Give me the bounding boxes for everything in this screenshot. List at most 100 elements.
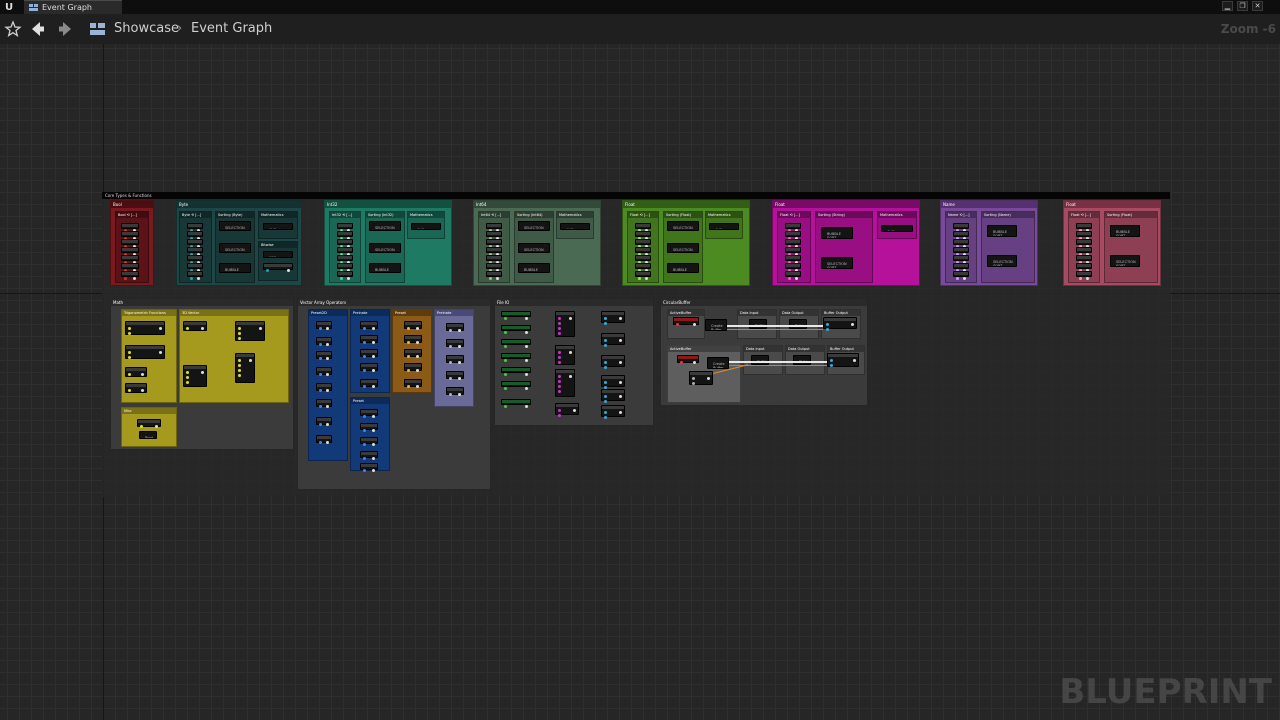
comment-group-circular[interactable]: CircularBuffer ActiveBuffer Create Buffer D…: [660, 298, 868, 406]
node-pin[interactable]: [458, 329, 461, 332]
graph-node[interactable]: [360, 379, 378, 388]
graph-node[interactable]: [121, 231, 139, 240]
node-pin[interactable]: [326, 343, 329, 346]
graph-node[interactable]: [953, 247, 969, 256]
graph-node[interactable]: [187, 223, 203, 232]
graph-node[interactable]: [555, 403, 579, 417]
graph-node[interactable]: AVG: [709, 223, 739, 230]
maximize-button[interactable]: ❐: [1237, 1, 1248, 11]
graph-node[interactable]: [635, 271, 651, 280]
node-pin[interactable]: [830, 359, 833, 362]
node-pin[interactable]: [449, 393, 452, 396]
node-pin[interactable]: [201, 327, 204, 330]
node-pin[interactable]: [186, 376, 189, 379]
graph-node[interactable]: [446, 355, 464, 364]
node-pin[interactable]: [319, 441, 322, 444]
graph-node[interactable]: [446, 387, 464, 396]
graph-node[interactable]: [555, 311, 575, 337]
graph-node[interactable]: [501, 339, 531, 348]
node-pin[interactable]: [372, 415, 375, 418]
node-pin[interactable]: [159, 351, 162, 354]
node-pin[interactable]: [458, 361, 461, 364]
graph-node[interactable]: [601, 405, 625, 419]
graph-node[interactable]: AVG: [263, 223, 293, 230]
node-pin[interactable]: [319, 357, 322, 360]
node-pin[interactable]: [956, 277, 959, 280]
node-pin[interactable]: [363, 327, 366, 330]
node-pin[interactable]: [604, 395, 607, 398]
graph-node[interactable]: [316, 435, 332, 444]
graph-node[interactable]: [187, 263, 203, 272]
node-pin[interactable]: [319, 423, 322, 426]
graph-node[interactable]: [187, 247, 203, 256]
graph-node[interactable]: [337, 239, 353, 248]
comment-sub-group[interactable]: Sorting (Name): [981, 211, 1035, 283]
comment-group-fileio[interactable]: File IO: [494, 298, 654, 426]
graph-node[interactable]: SELECTION SORT: [518, 221, 550, 231]
node-pin[interactable]: [693, 323, 696, 326]
node-pin[interactable]: [604, 361, 607, 364]
graph-node[interactable]: [404, 379, 422, 388]
node-pin[interactable]: [525, 387, 528, 390]
node-pin[interactable]: [558, 380, 561, 383]
graph-node[interactable]: [360, 335, 378, 344]
node-pin[interactable]: [326, 389, 329, 392]
node-pin[interactable]: [259, 327, 262, 330]
node-pin[interactable]: [693, 361, 696, 364]
graph-node[interactable]: [823, 317, 857, 331]
graph-node[interactable]: [1076, 255, 1092, 264]
graph-node[interactable]: [337, 231, 353, 240]
graph-node[interactable]: [953, 263, 969, 272]
graph-node[interactable]: SELECTION SORT: [219, 221, 251, 231]
graph-node[interactable]: [501, 381, 531, 390]
node-pin[interactable]: [963, 277, 966, 280]
node-pin[interactable]: [449, 377, 452, 380]
node-pin[interactable]: [190, 277, 193, 280]
graph-node[interactable]: [673, 317, 699, 326]
graph-node[interactable]: AVG: [411, 223, 441, 230]
node-pin[interactable]: [558, 390, 561, 393]
comment-group-byte[interactable]: Byte Byte ⟲ [...] Sorting (Byte) SELECTION …: [176, 200, 302, 286]
node-pin[interactable]: [795, 277, 798, 280]
node-pin[interactable]: [569, 375, 572, 378]
graph-node[interactable]: [601, 389, 625, 403]
node-pin[interactable]: [853, 359, 856, 362]
node-pin[interactable]: [830, 364, 833, 367]
node-pin[interactable]: [319, 389, 322, 392]
graph-node[interactable]: [360, 463, 378, 472]
graph-node[interactable]: [1076, 247, 1092, 256]
graph-node[interactable]: [501, 311, 531, 320]
node-pin[interactable]: [128, 327, 131, 330]
node-pin[interactable]: [504, 373, 507, 376]
graph-node[interactable]: SELECTION SORT: [987, 255, 1017, 267]
graph-node[interactable]: BUBBLE SORT: [1110, 225, 1140, 237]
node-pin[interactable]: [347, 277, 350, 280]
node-pin[interactable]: [363, 385, 366, 388]
graph-node[interactable]: [486, 247, 502, 256]
node-pin[interactable]: [525, 359, 528, 362]
graph-node[interactable]: [187, 255, 203, 264]
graph-node[interactable]: [316, 399, 332, 408]
node-pin[interactable]: [604, 322, 607, 325]
node-pin[interactable]: [186, 327, 189, 330]
graph-node[interactable]: [360, 409, 378, 418]
node-pin[interactable]: [692, 382, 695, 385]
graph-node[interactable]: [337, 255, 353, 264]
node-pin[interactable]: [604, 339, 607, 342]
graph-node[interactable]: [125, 383, 147, 393]
graph-node[interactable]: BUBBLE SORT: [667, 263, 699, 273]
graph-node[interactable]: [486, 255, 502, 264]
node-pin[interactable]: [525, 373, 528, 376]
graph-node[interactable]: BUBBLE SORT: [369, 263, 401, 273]
graph-node[interactable]: BUBBLE SORT: [518, 263, 550, 273]
graph-node[interactable]: [121, 239, 139, 248]
graph-node[interactable]: [1076, 223, 1092, 232]
graph-canvas[interactable]: Core Types & Functions Bool Bool ⟲ [...] B…: [0, 44, 1280, 720]
graph-node[interactable]: [953, 231, 969, 240]
node-pin[interactable]: [680, 361, 683, 364]
graph-node[interactable]: PUSH: [751, 355, 769, 365]
graph-node[interactable]: [137, 419, 161, 428]
node-pin[interactable]: [238, 337, 241, 340]
graph-node[interactable]: [446, 371, 464, 380]
comment-group-string[interactable]: Float Float ⟲ [...] Sorting (String) BUBBLE…: [772, 200, 920, 286]
